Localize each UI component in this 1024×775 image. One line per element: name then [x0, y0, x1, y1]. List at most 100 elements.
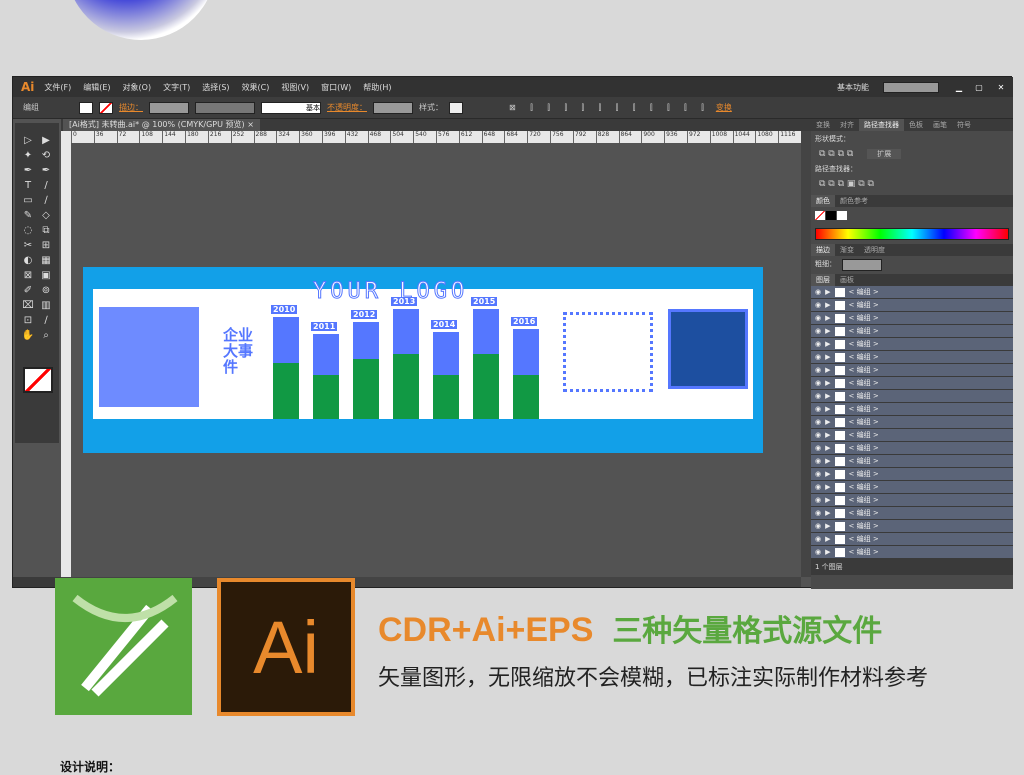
shape-mode-icons[interactable]: ⧉ ⧉ ⧉ ⧉ 扩展 [811, 147, 1013, 161]
layer-row[interactable]: ◉ ▶ < 编组 > [811, 494, 1013, 507]
panel-tab[interactable]: 对齐 [835, 119, 859, 131]
brush-select[interactable]: 基本 [261, 101, 321, 114]
layer-row[interactable]: ◉ ▶ < 编组 > [811, 429, 1013, 442]
layer-row[interactable]: ◉ ▶ < 编组 > [811, 416, 1013, 429]
expand-arrow-icon[interactable]: ▶ [825, 353, 830, 361]
close-button[interactable]: ✕ [989, 83, 1013, 92]
document-tab[interactable]: [Ai格式] 未转曲.ai* @ 100% (CMYK/GPU 预览) × [63, 119, 260, 131]
layer-row[interactable]: ◉ ▶ < 编组 > [811, 455, 1013, 468]
stroke-label[interactable]: 描边： [119, 102, 143, 113]
tool-icon[interactable]: ✋ [19, 330, 37, 345]
expand-arrow-icon[interactable]: ▶ [825, 379, 830, 387]
tool-icon[interactable]: ◌ [19, 225, 37, 240]
expand-arrow-icon[interactable]: ▶ [825, 483, 830, 491]
layer-row[interactable]: ◉ ▶ < 编组 > [811, 533, 1013, 546]
align-icons[interactable]: ⊠ ⫿ ⫿ ⫿ ⫿ ⫿ ⫿ ⫿ ⫿ ⫿ ⫿ ⫿ [509, 103, 710, 113]
layer-row[interactable]: ◉ ▶ < 编组 > [811, 351, 1013, 364]
tool-icon[interactable]: ✐ [19, 285, 37, 300]
panel-tab[interactable]: 路径查找器 [859, 119, 904, 131]
stroke-swatch[interactable] [99, 101, 113, 114]
expand-arrow-icon[interactable]: ▶ [825, 366, 830, 374]
eye-icon[interactable]: ◉ [815, 548, 821, 556]
tool-icon[interactable]: ✎ [19, 210, 37, 225]
eye-icon[interactable]: ◉ [815, 340, 821, 348]
expand-arrow-icon[interactable]: ▶ [825, 444, 830, 452]
eye-icon[interactable]: ◉ [815, 483, 821, 491]
tool-icon[interactable]: ⌕ [37, 330, 55, 345]
layer-row[interactable]: ◉ ▶ < 编组 > [811, 325, 1013, 338]
menu-item[interactable]: 视图(V) [281, 82, 309, 93]
fill-stroke-widget[interactable] [23, 367, 53, 393]
opacity-label[interactable]: 不透明度： [327, 102, 367, 113]
tool-icon[interactable]: ▷ [19, 135, 37, 150]
tool-icon[interactable]: ✦ [19, 150, 37, 165]
panel-tab[interactable]: 颜色参考 [835, 195, 873, 207]
expand-arrow-icon[interactable]: ▶ [825, 314, 830, 322]
panel-tab[interactable]: 透明度 [859, 244, 890, 256]
layer-row[interactable]: ◉ ▶ < 编组 > [811, 468, 1013, 481]
layer-row[interactable]: ◉ ▶ < 编组 > [811, 481, 1013, 494]
tool-icon[interactable]: ▥ [37, 300, 55, 315]
eye-icon[interactable]: ◉ [815, 353, 821, 361]
panel-tab[interactable]: 渐变 [835, 244, 859, 256]
expand-arrow-icon[interactable]: ▶ [825, 301, 830, 309]
panel-tab[interactable]: 描边 [811, 244, 835, 256]
tool-icon[interactable]: T [19, 180, 37, 195]
expand-arrow-icon[interactable]: ▶ [825, 509, 830, 517]
expand-arrow-icon[interactable]: ▶ [825, 418, 830, 426]
eye-icon[interactable]: ◉ [815, 418, 821, 426]
pathfinder-icons[interactable]: ⧉ ⧉ ⧉ ▣ ⧉ ⧉ [811, 177, 1013, 191]
eye-icon[interactable]: ◉ [815, 431, 821, 439]
workspace-switcher[interactable]: 基本功能 [837, 82, 869, 93]
tool-icon[interactable]: ⊞ [37, 240, 55, 255]
expand-arrow-icon[interactable]: ▶ [825, 522, 830, 530]
tool-icon[interactable]: ⊡ [19, 315, 37, 330]
menu-item[interactable]: 选择(S) [202, 82, 229, 93]
layer-row[interactable]: ◉ ▶ < 编组 > [811, 507, 1013, 520]
menu-item[interactable]: 窗口(W) [321, 82, 351, 93]
eye-icon[interactable]: ◉ [815, 535, 821, 543]
panel-tab[interactable]: 画板 [835, 274, 859, 286]
layer-row[interactable]: ◉ ▶ < 编组 > [811, 364, 1013, 377]
tool-icon[interactable]: / [37, 180, 55, 195]
eye-icon[interactable]: ◉ [815, 470, 821, 478]
eye-icon[interactable]: ◉ [815, 327, 821, 335]
tool-icon[interactable]: ▦ [37, 255, 55, 270]
menu-item[interactable]: 编辑(E) [83, 82, 110, 93]
close-tab-icon[interactable]: × [247, 120, 254, 129]
tool-icon[interactable]: ▶ [37, 135, 55, 150]
vertical-scrollbar[interactable] [801, 131, 811, 577]
eye-icon[interactable]: ◉ [815, 314, 821, 322]
expand-button[interactable]: 扩展 [867, 149, 902, 159]
expand-arrow-icon[interactable]: ▶ [825, 405, 830, 413]
expand-arrow-icon[interactable]: ▶ [825, 431, 830, 439]
opacity-field[interactable] [373, 101, 413, 114]
layer-row[interactable]: ◉ ▶ < 编组 > [811, 390, 1013, 403]
stroke-weight-field[interactable] [149, 101, 189, 114]
tool-icon[interactable]: ✂ [19, 240, 37, 255]
layer-row[interactable]: ◉ ▶ < 编组 > [811, 299, 1013, 312]
expand-arrow-icon[interactable]: ▶ [825, 548, 830, 556]
panel-tab[interactable]: 颜色 [811, 195, 835, 207]
menu-item[interactable]: 帮助(H) [363, 82, 391, 93]
layer-row[interactable]: ◉ ▶ < 编组 > [811, 520, 1013, 533]
minimize-button[interactable]: ▁ [949, 83, 969, 92]
eye-icon[interactable]: ◉ [815, 392, 821, 400]
tool-icon[interactable]: ⧉ [37, 225, 55, 240]
tool-icon[interactable]: ⌧ [19, 300, 37, 315]
style-swatch[interactable] [449, 101, 463, 114]
eye-icon[interactable]: ◉ [815, 457, 821, 465]
tool-icon[interactable]: ∕ [37, 315, 55, 330]
fill-swatch[interactable] [79, 101, 93, 114]
layer-row[interactable]: ◉ ▶ < 编组 > [811, 403, 1013, 416]
tool-icon[interactable]: ◇ [37, 210, 55, 225]
expand-arrow-icon[interactable]: ▶ [825, 535, 830, 543]
tool-icon[interactable]: ⊠ [19, 270, 37, 285]
eye-icon[interactable]: ◉ [815, 366, 821, 374]
expand-arrow-icon[interactable]: ▶ [825, 496, 830, 504]
tool-icon[interactable]: ⟲ [37, 150, 55, 165]
eye-icon[interactable]: ◉ [815, 509, 821, 517]
tool-icon[interactable]: ▣ [37, 270, 55, 285]
eye-icon[interactable]: ◉ [815, 444, 821, 452]
expand-arrow-icon[interactable]: ▶ [825, 470, 830, 478]
